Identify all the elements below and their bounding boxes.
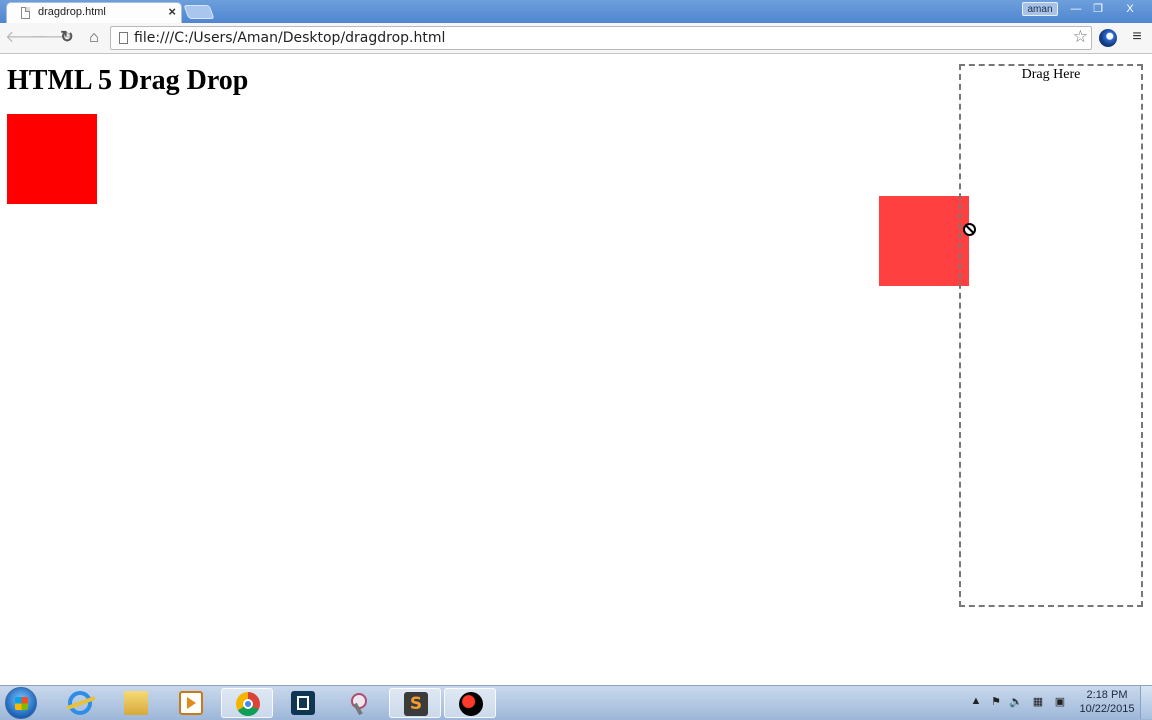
window-titlebar: dragdrop.html × aman — ❐ X — [0, 0, 1152, 23]
snipping-tool-icon — [347, 691, 371, 715]
taskbar-media-player[interactable] — [165, 688, 217, 718]
home-button[interactable]: ⌂ — [84, 28, 104, 48]
start-button[interactable] — [5, 687, 37, 719]
page-viewport: HTML 5 Drag Drop Drag Here — [0, 55, 1152, 685]
draggable-red-box[interactable] — [7, 114, 97, 204]
page-icon — [119, 32, 128, 44]
drag-ghost-image — [879, 196, 969, 286]
media-player-icon — [179, 691, 203, 715]
clock-time: 2:18 PM — [1086, 689, 1128, 701]
page-icon — [21, 7, 30, 19]
new-tab-button[interactable] — [183, 5, 215, 19]
taskbar-screen-recorder[interactable] — [444, 688, 496, 718]
taskbar-brackets[interactable] — [277, 688, 329, 718]
clock-date: 10/22/2015 — [1079, 703, 1135, 715]
url-text[interactable]: file:///C:/Users/Aman/Desktop/dragdrop.h… — [134, 30, 445, 46]
close-window-button[interactable]: X — [1112, 2, 1148, 16]
screen-recorder-icon — [459, 692, 483, 716]
no-drop-icon — [963, 223, 976, 236]
forward-button[interactable]: 🡒 — [31, 28, 74, 48]
taskbar-snipping-tool[interactable] — [333, 688, 385, 718]
close-tab-icon[interactable]: × — [168, 4, 176, 19]
address-bar[interactable]: file:///C:/Users/Aman/Desktop/dragdrop.h… — [110, 26, 1092, 50]
browser-tab[interactable]: dragdrop.html × — [6, 2, 182, 23]
volume-icon[interactable]: 🔈 — [1009, 695, 1023, 709]
drop-zone[interactable]: Drag Here — [959, 64, 1143, 607]
folder-icon — [124, 691, 148, 715]
reload-button[interactable]: ↻ — [57, 28, 77, 48]
chrome-icon — [236, 692, 260, 716]
taskbar-windows-explorer[interactable] — [110, 688, 162, 718]
show-desktop-button[interactable] — [1140, 686, 1152, 719]
windows-taskbar: S ▲ ⚑ 🔈 ▦ ▣ 2:18 PM 10/22/2015 — [0, 685, 1152, 720]
back-button[interactable]: 🡐 — [5, 28, 48, 48]
profile-badge[interactable]: aman — [1022, 2, 1058, 16]
action-center-icon[interactable]: ⚑ — [989, 695, 1003, 709]
taskbar-internet-explorer[interactable] — [54, 688, 106, 718]
internet-explorer-icon — [68, 691, 92, 715]
drop-zone-label: Drag Here — [1021, 67, 1081, 82]
show-hidden-icons-icon[interactable]: ▲ — [969, 695, 983, 709]
chrome-menu-button[interactable]: ≡ — [1128, 28, 1146, 46]
sublime-text-icon: S — [404, 692, 428, 716]
power-icon[interactable]: ▣ — [1053, 695, 1067, 709]
maximize-button[interactable]: ❐ — [1088, 2, 1108, 16]
bookmark-star-icon[interactable]: ☆ — [1073, 27, 1088, 47]
brackets-icon — [291, 691, 315, 715]
network-icon[interactable]: ▦ — [1031, 695, 1045, 709]
tab-title: dragdrop.html — [38, 6, 106, 18]
taskbar-chrome[interactable] — [221, 688, 273, 718]
system-clock[interactable]: 2:18 PM 10/22/2015 — [1078, 688, 1136, 716]
page-title: HTML 5 Drag Drop — [7, 65, 249, 96]
extension-icon[interactable] — [1099, 29, 1117, 47]
browser-toolbar: 🡐 🡒 ↻ ⌂ file:///C:/Users/Aman/Desktop/dr… — [0, 23, 1152, 54]
minimize-button[interactable]: — — [1066, 2, 1086, 16]
taskbar-sublime-text[interactable]: S — [389, 688, 441, 718]
